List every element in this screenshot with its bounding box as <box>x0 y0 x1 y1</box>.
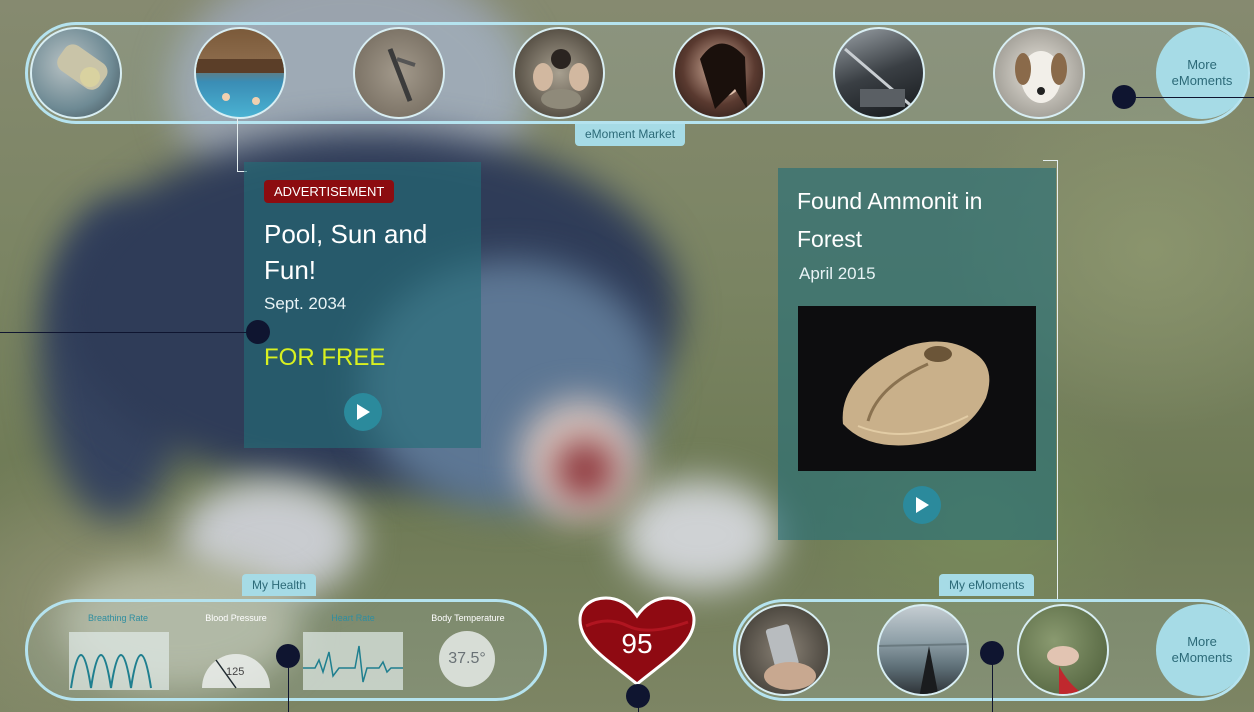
ammonite-photo <box>798 306 1036 471</box>
market-thumb-3[interactable] <box>353 27 445 119</box>
my-moment-thumb-1[interactable] <box>738 604 830 696</box>
kayak-lake-image <box>879 643 967 694</box>
bottle-opener-image <box>57 44 108 90</box>
found-play-button[interactable] <box>903 486 941 524</box>
ammonite-image <box>842 341 990 446</box>
gauge-dial <box>202 654 270 689</box>
ad-title: Pool, Sun and Fun! <box>264 219 428 285</box>
emoment-market-bar: More eMoments <box>25 22 1250 124</box>
more-emoments-label-bottom: More eMoments <box>1171 634 1233 665</box>
more-emoments-label-top: More eMoments <box>1171 57 1233 88</box>
market-thumb-1[interactable] <box>30 27 122 119</box>
hands-image <box>533 49 589 109</box>
annotation-line-health <box>288 668 289 712</box>
heart-score-value: 95 <box>621 628 653 659</box>
phone-in-hand-image <box>764 624 816 690</box>
annotation-dot-left <box>246 320 270 344</box>
market-thumb-7[interactable] <box>993 27 1085 119</box>
annotation-dot-top <box>1112 85 1136 109</box>
more-emoments-button-top[interactable]: More eMoments <box>1156 27 1248 119</box>
play-icon <box>916 497 929 513</box>
car-hood-image <box>844 47 916 111</box>
dog-image <box>1015 51 1067 103</box>
my-emoments-tag: My eMoments <box>939 574 1035 596</box>
breathing-rate-label: Breathing Rate <box>87 613 149 623</box>
annotation-line-heart <box>638 700 639 712</box>
connector-ad-vertical <box>237 118 238 172</box>
annotation-dot-moments <box>980 641 1004 665</box>
bg-shoe-2 <box>620 480 780 590</box>
body-temperature-dial: 37.5° <box>439 631 495 687</box>
annotation-dot-health <box>276 644 300 668</box>
annotation-line-moments <box>992 664 993 712</box>
market-thumb-6[interactable] <box>833 27 925 119</box>
heart-rate-label: Heart Rate <box>331 613 375 623</box>
ecg-line <box>303 645 403 683</box>
play-icon <box>357 404 370 420</box>
advertisement-badge: ADVERTISEMENT <box>264 180 395 203</box>
blood-pressure-label: Blood Pressure <box>205 613 267 623</box>
connector-found-horizontal <box>1043 160 1058 161</box>
ad-date: Sept. 2034 <box>264 294 347 313</box>
my-moment-thumb-2[interactable] <box>877 604 969 696</box>
body-temperature-label: Body Temperature <box>431 613 505 623</box>
ad-play-button[interactable] <box>344 393 382 431</box>
found-ammonit-card[interactable]: Found Ammonit in Forest April 2015 <box>778 168 1056 540</box>
portrait-image <box>700 43 747 109</box>
blood-pressure-gauge: 125 <box>200 638 272 690</box>
found-title: Found Ammonit in Forest <box>797 188 983 252</box>
annotation-line-top <box>1136 97 1254 98</box>
advertisement-card[interactable]: ADVERTISEMENT Pool, Sun and Fun! Sept. 2… <box>244 162 481 448</box>
body-temperature-value: 37.5° <box>448 650 486 667</box>
market-thumb-2[interactable] <box>194 27 286 119</box>
found-date: April 2015 <box>799 264 876 283</box>
bg-red-object <box>555 440 615 500</box>
emoment-market-tag: eMoment Market <box>575 124 686 146</box>
ad-price: FOR FREE <box>264 344 386 371</box>
connector-found-vertical <box>1057 160 1058 600</box>
breathing-rate-chart <box>69 632 169 690</box>
market-thumb-5[interactable] <box>673 27 765 119</box>
market-thumb-4[interactable] <box>513 27 605 119</box>
hand-forest-image <box>1047 646 1083 694</box>
breathing-wave <box>70 654 152 689</box>
my-moment-thumb-3[interactable] <box>1017 604 1109 696</box>
heart-score-widget[interactable]: 95 <box>578 596 696 688</box>
more-emoments-button-bottom[interactable]: More eMoments <box>1156 604 1248 696</box>
my-health-tag: My Health <box>242 574 317 596</box>
heart-rate-chart <box>303 632 403 690</box>
tool-image <box>387 48 416 102</box>
annotation-line-left <box>0 332 248 333</box>
blood-pressure-value: 125 <box>226 666 245 678</box>
pool-image <box>196 59 284 105</box>
